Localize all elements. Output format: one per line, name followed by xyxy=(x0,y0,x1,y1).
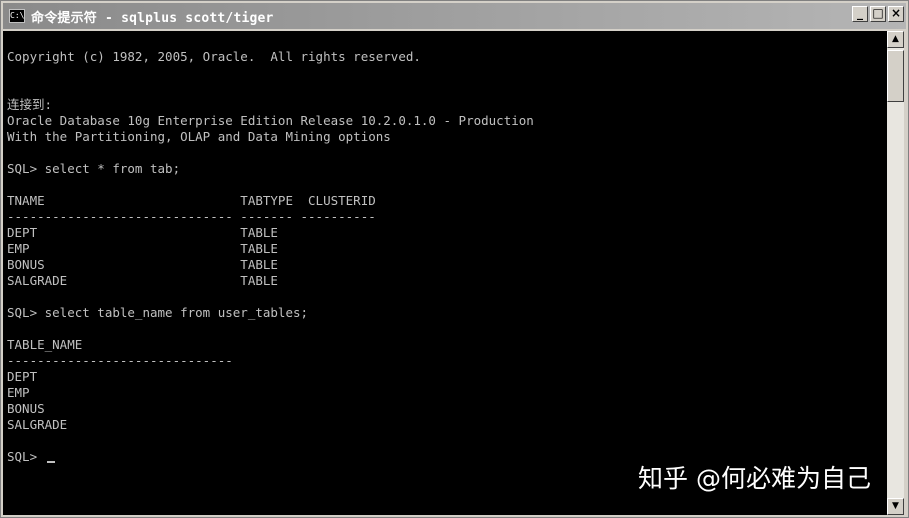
table-row: EMP TABLE xyxy=(7,241,278,256)
table-row: EMP xyxy=(7,385,30,400)
watermark: 知乎 @何必难为自己 xyxy=(638,464,871,493)
console-line: Copyright (c) 1982, 2005, Oracle. All ri… xyxy=(7,49,421,64)
table-row: DEPT xyxy=(7,369,38,384)
window-controls: _ □ × xyxy=(850,6,904,22)
console-output[interactable]: Copyright (c) 1982, 2005, Oracle. All ri… xyxy=(3,31,887,515)
sql-prompt-line: SQL> select table_name from user_tables; xyxy=(7,305,309,320)
table-header: TNAME TABTYPE CLUSTERID xyxy=(7,193,376,208)
title-bar[interactable]: C:\ 命令提示符 - sqlplus scott/tiger _ □ × xyxy=(3,3,906,29)
table-separator: ------------------------------ ------- -… xyxy=(7,209,376,224)
console-line: Oracle Database 10g Enterprise Edition R… xyxy=(7,113,534,128)
sql-prompt-line: SQL> select * from tab; xyxy=(7,161,181,176)
sql-prompt: SQL> xyxy=(7,449,45,464)
console-line: With the Partitioning, OLAP and Data Min… xyxy=(7,129,391,144)
close-button[interactable]: × xyxy=(888,6,904,22)
table-row: BONUS TABLE xyxy=(7,257,278,272)
vertical-scrollbar[interactable]: ▲ ▼ xyxy=(887,31,904,515)
maximize-button[interactable]: □ xyxy=(870,6,886,22)
table-separator: ------------------------------ xyxy=(7,353,233,368)
table-header: TABLE_NAME xyxy=(7,337,83,352)
minimize-button[interactable]: _ xyxy=(852,6,868,22)
scroll-down-button[interactable]: ▼ xyxy=(887,498,904,515)
table-row: SALGRADE TABLE xyxy=(7,273,278,288)
table-row: DEPT TABLE xyxy=(7,225,278,240)
cmd-icon[interactable]: C:\ xyxy=(9,9,25,23)
scroll-thumb[interactable] xyxy=(887,50,904,102)
window-title: 命令提示符 - sqlplus scott/tiger xyxy=(31,10,274,26)
scroll-up-button[interactable]: ▲ xyxy=(887,31,904,48)
table-row: SALGRADE xyxy=(7,417,68,432)
sql-input-line[interactable]: SQL> xyxy=(7,449,55,465)
console-window: C:\ 命令提示符 - sqlplus scott/tiger _ □ × Co… xyxy=(0,0,909,518)
console-line: 连接到: xyxy=(7,97,53,112)
text-cursor xyxy=(46,461,55,463)
table-row: BONUS xyxy=(7,401,45,416)
